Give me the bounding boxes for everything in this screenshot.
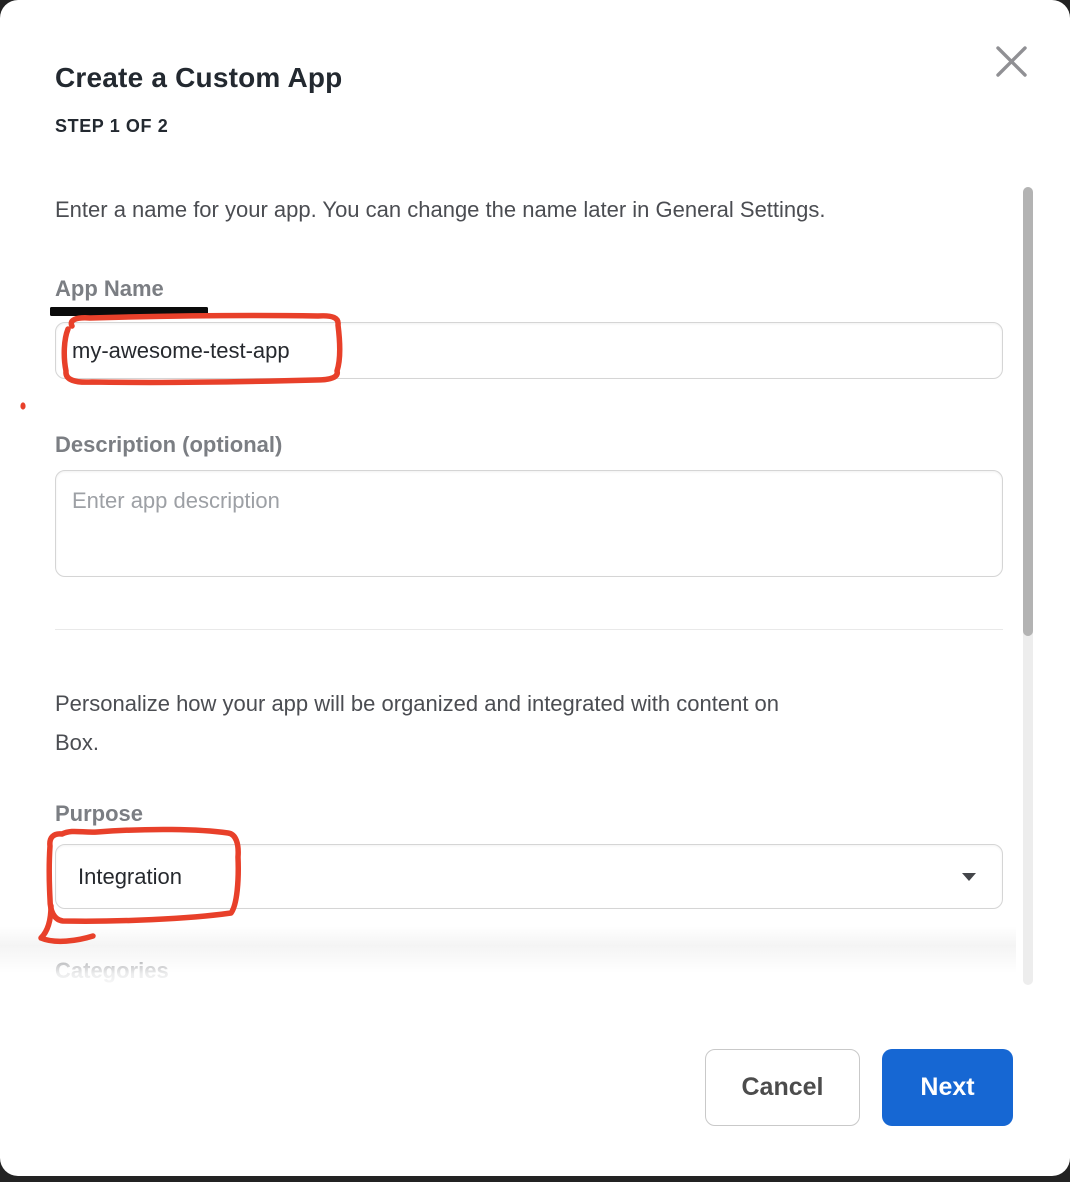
description-label: Description (optional) <box>55 430 282 460</box>
create-custom-app-modal: Create a Custom App STEP 1 OF 2 Enter a … <box>0 0 1070 1176</box>
close-icon <box>995 45 1028 78</box>
personalize-line-1: Personalize how your app will be organiz… <box>55 691 779 716</box>
page-title: Create a Custom App <box>55 60 342 96</box>
scrollbar-thumb[interactable] <box>1023 187 1033 636</box>
description-textarea[interactable] <box>55 470 1003 577</box>
next-button[interactable]: Next <box>882 1049 1013 1126</box>
personalize-text: Personalize how your app will be organiz… <box>55 684 1005 762</box>
purpose-select[interactable]: Integration <box>55 844 1003 909</box>
categories-label: Categories <box>55 956 169 986</box>
cancel-button[interactable]: Cancel <box>705 1049 860 1126</box>
intro-text: Enter a name for your app. You can chang… <box>55 194 1005 226</box>
purpose-selected-value: Integration <box>78 864 962 890</box>
app-name-input[interactable] <box>55 322 1003 379</box>
section-divider <box>55 629 1003 630</box>
purpose-label: Purpose <box>55 799 143 829</box>
personalize-line-2: Box. <box>55 730 99 755</box>
close-button[interactable] <box>989 39 1033 83</box>
app-name-label: App Name <box>55 274 164 304</box>
chevron-down-icon <box>962 873 976 881</box>
step-indicator: STEP 1 OF 2 <box>55 114 168 138</box>
